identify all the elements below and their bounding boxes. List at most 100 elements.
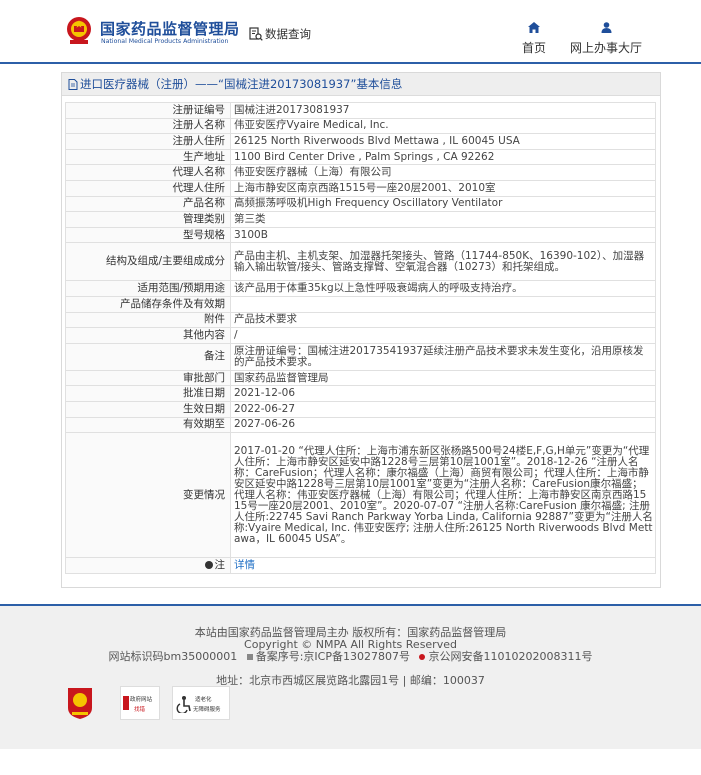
field-value: 伟亚安医疗Vyaire Medical, Inc. xyxy=(230,117,656,135)
header-divider xyxy=(0,62,701,64)
field-value: 产品由主机、主机支架、加湿器托架接头、管路（11744-850K、16390-1… xyxy=(230,242,656,282)
field-value: 该产品用于体重35kg以上急性呼吸衰竭病人的呼吸支持治疗。 xyxy=(230,280,656,297)
site-logo-subtitle: National Medical Products Administration xyxy=(101,38,229,45)
accessibility-service-badge[interactable]: 适老化 无障碍服务 xyxy=(172,686,230,720)
table-row: 注册人名称 伟亚安医疗Vyaire Medical, Inc. xyxy=(65,117,656,135)
national-emblem-icon xyxy=(67,17,91,44)
field-value: 1100 Bird Center Drive , Palm Springs , … xyxy=(230,148,656,166)
footer-address: 地址：北京市西城区展览路北露园1号 | 邮编：100037 xyxy=(216,674,485,687)
note-value-cell: 详情 xyxy=(230,557,656,574)
police-badge-icon xyxy=(419,654,426,660)
field-value: 上海市静安区南京西路1515号一座20层2001、2010室 xyxy=(230,179,656,197)
field-label: 适用范围/预期用途 xyxy=(65,280,231,297)
field-label: 管理类别 xyxy=(65,211,231,228)
home-icon xyxy=(528,22,540,33)
table-row: 批准日期 2021-12-06 xyxy=(65,385,656,402)
field-label: 代理人住所 xyxy=(65,179,231,197)
field-label: 结构及组成/主要组成成分 xyxy=(65,242,231,282)
table-row: 审批部门 国家药品监督管理局 xyxy=(65,369,656,387)
field-label: 备注 xyxy=(65,342,231,371)
field-value: 原注册证编号：国械注进20173541937延续注册产品技术要求未发生变化，沿用… xyxy=(230,342,656,371)
field-label: 生效日期 xyxy=(65,400,231,418)
site-id: 网站标识码bm35000001 xyxy=(108,650,238,663)
panel-title-bar: 进口医疗器械（注册）——“国械注进20173081937”基本信息 xyxy=(62,73,660,96)
field-value: / xyxy=(230,327,656,344)
panel-title: 进口医疗器械（注册）——“国械注进20173081937”基本信息 xyxy=(80,76,403,91)
table-row: 产品储存条件及有效期 xyxy=(65,295,656,313)
table-row: 生产地址 1100 Bird Center Drive , Palm Spring… xyxy=(65,148,656,166)
field-value: 国械注进20173081937 xyxy=(230,102,656,119)
field-label: 审批部门 xyxy=(65,369,231,387)
nav-home[interactable]: 首页 xyxy=(520,22,548,56)
site-header: 国家药品监督管理局 National Medical Products Admi… xyxy=(0,0,701,62)
field-value: 国家药品监督管理局 xyxy=(230,369,656,387)
badge-accessibility-label: 无障碍服务 xyxy=(193,707,221,713)
accessibility-icon xyxy=(176,696,191,713)
field-value xyxy=(230,295,656,313)
data-query-link[interactable]: 数据查询 xyxy=(249,26,311,42)
table-row: 代理人名称 伟亚安医疗器械（上海）有限公司 xyxy=(65,164,656,181)
badge-elderly-label: 适老化 xyxy=(195,697,212,703)
table-row: 适用范围/预期用途 该产品用于体重35kg以上急性呼吸衰竭病人的呼吸支持治疗。 xyxy=(65,280,656,297)
note-label: 注 xyxy=(214,558,226,571)
field-value: 2021-12-06 xyxy=(230,385,656,402)
note-label-cell: 注 xyxy=(65,557,231,574)
party-government-badge-icon[interactable] xyxy=(66,686,94,720)
table-row: 生效日期 2022-06-27 xyxy=(65,400,656,418)
details-link[interactable]: 详情 xyxy=(234,559,255,571)
nav-online-hall-label: 网上办事大厅 xyxy=(569,41,642,55)
record-panel: 进口医疗器械（注册）——“国械注进20173081937”基本信息 注册证编号国… xyxy=(61,72,661,588)
table-row: 代理人住所 上海市静安区南京西路1515号一座20层2001、2010室 xyxy=(65,179,656,197)
field-label: 产品储存条件及有效期 xyxy=(65,295,231,313)
gov-site-error-report-badge[interactable]: 政府网站 找错 xyxy=(120,686,160,720)
field-value: 2017-01-20 “代理人住所：上海市浦东新区张杨路500号24楼E,F,G… xyxy=(230,432,656,559)
field-label: 批准日期 xyxy=(65,385,231,402)
field-value: 3100B xyxy=(230,226,656,244)
document-icon xyxy=(68,78,78,90)
table-row: 型号规格 3100B xyxy=(65,226,656,244)
badge-gov-site-label: 政府网站 xyxy=(130,697,153,703)
document-search-icon xyxy=(249,27,263,41)
flag-icon xyxy=(123,696,129,710)
field-label: 产品名称 xyxy=(65,195,231,213)
field-label: 型号规格 xyxy=(65,226,231,244)
field-value: 伟亚安医疗器械（上海）有限公司 xyxy=(230,164,656,181)
icp-link[interactable]: 备案序号:京ICP备13027807号 xyxy=(256,650,410,663)
table-row: 注 详情 xyxy=(65,557,656,574)
field-value: 第三类 xyxy=(230,211,656,228)
table-row: 附件 产品技术要求 xyxy=(65,311,656,329)
table-row: 产品名称 高频振荡呼吸机High Frequency Oscillatory Ve… xyxy=(65,195,656,213)
table-row: 管理类别 第三类 xyxy=(65,211,656,228)
field-value: 高频振荡呼吸机High Frequency Oscillatory Ventil… xyxy=(230,195,656,213)
table-row: 其他内容 / xyxy=(65,327,656,344)
field-value: 产品技术要求 xyxy=(230,311,656,329)
badge-find-error-label: 找错 xyxy=(134,707,146,713)
table-row: 结构及组成/主要组成成分 产品由主机、主机支架、加湿器托架接头、管路（11744-… xyxy=(65,242,656,282)
table-row: 变更情况 2017-01-20 “代理人住所：上海市浦东新区张杨路500号24楼E… xyxy=(65,432,656,559)
field-label: 附件 xyxy=(65,311,231,329)
field-label: 注册证编号 xyxy=(65,102,231,119)
bulb-icon xyxy=(204,560,213,569)
table-row: 有效期至 2027-06-26 xyxy=(65,416,656,434)
field-label: 变更情况 xyxy=(65,432,231,559)
site-logo-title[interactable]: 国家药品监督管理局 xyxy=(100,18,240,39)
registration-info-table: 注册证编号 国械注进20173081937 注册人名称 伟亚安医疗Vyaire Me… xyxy=(65,102,656,574)
data-query-label: 数据查询 xyxy=(265,27,311,41)
icp-icon xyxy=(246,654,253,660)
field-label: 其他内容 xyxy=(65,327,231,344)
nav-home-label: 首页 xyxy=(521,41,546,55)
nav-online-hall[interactable]: 网上办事大厅 xyxy=(566,22,646,56)
table-row: 注册证编号 国械注进20173081937 xyxy=(65,102,656,119)
field-value: 2022-06-27 xyxy=(230,400,656,418)
police-record-link[interactable]: 京公网安备11010202008311号 xyxy=(428,650,592,663)
field-label: 注册人住所 xyxy=(65,133,231,150)
user-icon xyxy=(601,22,611,33)
field-value: 26125 North Riverwoods Blvd Mettawa , IL… xyxy=(230,133,656,150)
table-row: 注册人住所 26125 North Riverwoods Blvd Mettawa… xyxy=(65,133,656,150)
field-label: 生产地址 xyxy=(65,148,231,166)
table-row: 备注 原注册证编号：国械注进20173541937延续注册产品技术要求未发生变化，… xyxy=(65,342,656,371)
field-value: 2027-06-26 xyxy=(230,416,656,434)
field-label: 注册人名称 xyxy=(65,117,231,135)
field-label: 代理人名称 xyxy=(65,164,231,181)
footer-registration: 网站标识码bm35000001 备案序号:京ICP备13027807号 京公网安… xyxy=(0,651,701,663)
